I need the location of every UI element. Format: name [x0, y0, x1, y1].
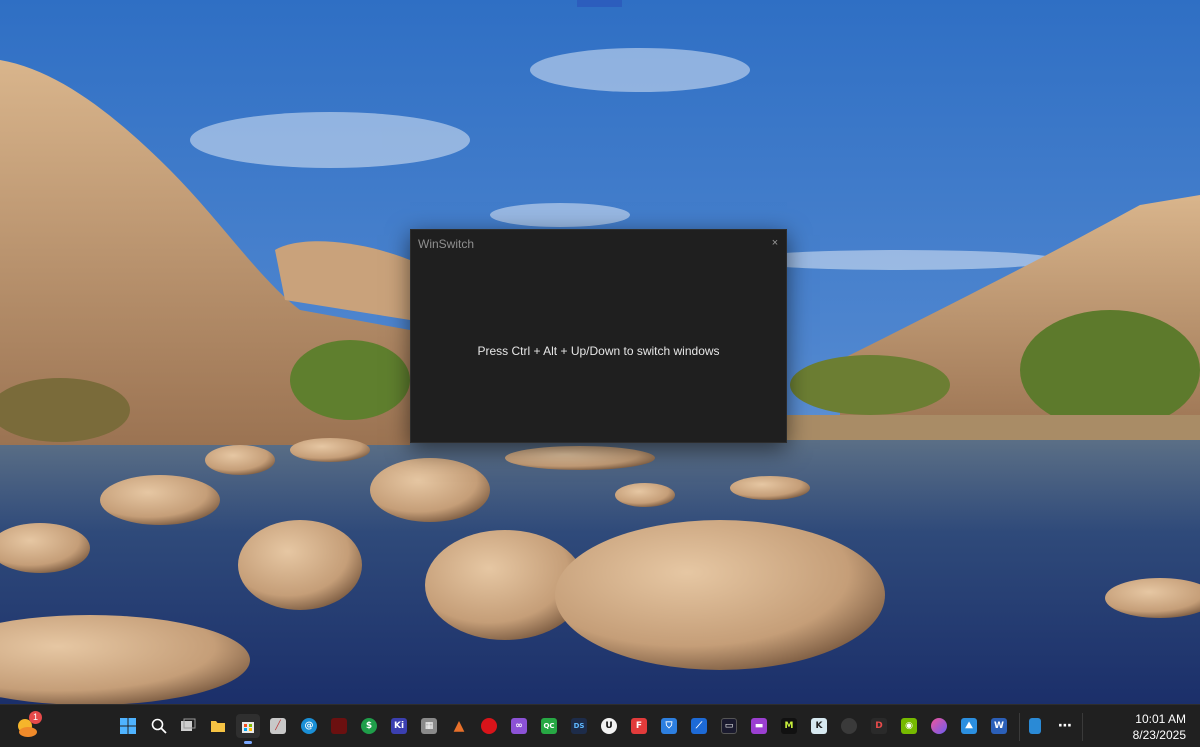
file-explorer-button[interactable]	[206, 714, 230, 738]
taskbar-app[interactable]: @	[297, 714, 321, 738]
k-icon: K	[811, 718, 827, 734]
qc-icon: QC	[541, 718, 557, 734]
taskbar-app[interactable]: U	[597, 714, 621, 738]
weather-widget[interactable]: 1	[14, 711, 42, 741]
m-icon: M	[781, 718, 797, 734]
clock-time: 10:01 AM	[1135, 712, 1186, 726]
dollar-icon: $	[361, 718, 377, 734]
winswitch-window[interactable]: WinSwitch × Press Ctrl + Alt + Up/Down t…	[410, 229, 787, 443]
more-apps-button[interactable]: ⋯	[1053, 714, 1077, 738]
terminal-icon: ▭	[721, 718, 737, 734]
taskbar-app[interactable]: W	[987, 714, 1011, 738]
taskbar-app[interactable]: ⛰	[957, 714, 981, 738]
chart-app-icon: ╱	[270, 718, 286, 734]
taskbar-app[interactable]: ⛉	[657, 714, 681, 738]
search-button[interactable]	[147, 714, 171, 738]
top-edge-indicator	[577, 0, 622, 7]
ds-icon: DS	[571, 718, 587, 734]
system-clock[interactable]: 10:01 AM 8/23/2025	[1133, 711, 1186, 743]
circle-icon	[841, 718, 857, 734]
shield-icon: ⛉	[661, 718, 677, 734]
taskbar-app[interactable]: K	[807, 714, 831, 738]
notification-badge: 1	[29, 711, 42, 724]
red-app-icon	[331, 718, 347, 734]
copilot-icon	[931, 718, 947, 734]
word-icon: W	[991, 718, 1007, 734]
taskbar-app[interactable]: Ki	[387, 714, 411, 738]
taskbar-app[interactable]: D	[867, 714, 891, 738]
calculator-icon: ▦	[421, 718, 437, 734]
taskbar-app[interactable]: ╱	[266, 714, 290, 738]
taskbar-app[interactable]	[837, 714, 861, 738]
taskbar-app[interactable]	[477, 714, 501, 738]
blue-app-icon: ⟋	[691, 718, 707, 734]
window-title: WinSwitch	[418, 237, 475, 251]
start-button[interactable]	[116, 714, 140, 738]
taskbar-app[interactable]	[927, 714, 951, 738]
store-icon	[242, 722, 254, 733]
image-icon: ⛰	[961, 718, 977, 734]
taskbar-app[interactable]: ⟋	[687, 714, 711, 738]
taskbar-separator	[1082, 713, 1083, 741]
window-titlebar[interactable]: WinSwitch ×	[411, 230, 786, 256]
store-button[interactable]	[236, 714, 260, 744]
taskbar-app[interactable]: ▦	[417, 714, 441, 738]
record-icon	[481, 718, 497, 734]
f-icon: F	[631, 718, 647, 734]
instruction-message: Press Ctrl + Alt + Up/Down to switch win…	[477, 344, 720, 358]
taskbar-app[interactable]: ▬	[747, 714, 771, 738]
clapper-icon: ▬	[751, 718, 767, 734]
search-icon	[151, 718, 167, 734]
taskbar-app[interactable]	[327, 714, 351, 738]
taskbar-app[interactable]: ◉	[897, 714, 921, 738]
close-icon[interactable]: ×	[768, 236, 782, 250]
folder-icon	[211, 721, 225, 732]
nvidia-icon: ◉	[901, 718, 917, 734]
clock-date: 8/23/2025	[1132, 728, 1186, 742]
taskbar-app[interactable]: ▭	[717, 714, 741, 738]
taskbar-app[interactable]: ∞	[507, 714, 531, 738]
start-icon	[120, 718, 136, 734]
taskbar-app[interactable]: DS	[567, 714, 591, 738]
visual-studio-icon: ∞	[511, 718, 527, 734]
notepad-icon	[1029, 718, 1041, 734]
ki-icon: Ki	[391, 718, 407, 734]
taskbar-app[interactable]: M	[777, 714, 801, 738]
more-icon: ⋯	[1058, 718, 1072, 734]
taskbar-app[interactable]: $	[357, 714, 381, 738]
unreal-icon: U	[601, 718, 617, 734]
matlab-icon: ▲	[453, 718, 465, 734]
taskbar: 1 ╱ @ $ Ki ▦ ▲ ∞ QC DS U F ⛉ ⟋ ▭ ▬ M K D…	[0, 704, 1200, 747]
taskbar-app[interactable]: QC	[537, 714, 561, 738]
task-view-icon	[181, 718, 196, 731]
taskbar-separator	[1019, 713, 1020, 741]
taskbar-app[interactable]: F	[627, 714, 651, 738]
taskbar-app[interactable]	[1023, 714, 1047, 738]
at-icon: @	[301, 718, 317, 734]
task-view-button[interactable]	[176, 714, 200, 738]
d-icon: D	[871, 718, 887, 734]
taskbar-app[interactable]: ▲	[447, 714, 471, 738]
